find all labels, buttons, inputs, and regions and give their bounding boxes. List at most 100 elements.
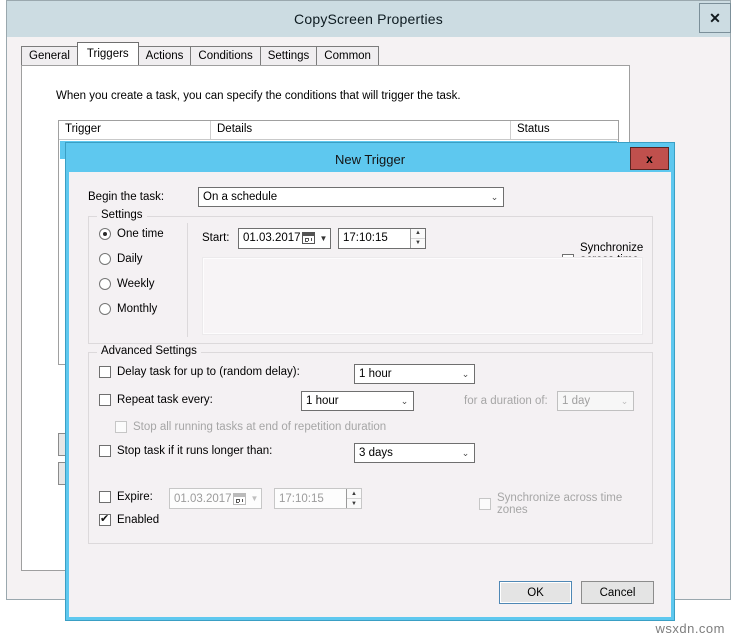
stop-all-running-tasks-checkbox[interactable]: Stop all running tasks at end of repetit…: [115, 421, 386, 433]
advanced-settings-group: Advanced Settings Delay task for up to (…: [88, 345, 653, 544]
dialog-button-bar: OK Cancel: [499, 581, 654, 604]
calendar-icon: [302, 232, 315, 244]
begin-task-value: On a schedule: [203, 191, 278, 203]
watermark: wsxdn.com: [655, 621, 725, 636]
settings-group-label: Settings: [97, 209, 147, 221]
parent-titlebar: CopyScreen Properties: [7, 1, 730, 37]
expire-label: Expire:: [117, 491, 153, 503]
chevron-down-icon: ⌄: [400, 395, 409, 406]
stop-task-longer-than-label: Stop task if it runs longer than:: [117, 445, 273, 457]
start-label: Start:: [202, 232, 230, 244]
expire-time-input[interactable]: 17:10:15 ▲ ▼: [274, 488, 362, 509]
ok-button[interactable]: OK: [499, 581, 572, 604]
chevron-down-icon: ⌄: [490, 191, 499, 202]
tab-triggers[interactable]: Triggers: [76, 42, 139, 65]
chevron-down-icon: ⌄: [461, 447, 470, 458]
stop-all-running-tasks-label: Stop all running tasks at end of repetit…: [133, 421, 387, 433]
repeat-task-checkbox[interactable]: Repeat task every:: [99, 394, 213, 406]
checkbox-indicator-sync-expire: [479, 498, 491, 510]
dialog-title: New Trigger: [334, 151, 406, 167]
expire-checkbox[interactable]: Expire:: [99, 491, 153, 503]
expire-time-value: 17:10:15: [279, 492, 324, 505]
radio-one-time[interactable]: One time: [99, 225, 164, 242]
expire-date-value: 01.03.2017: [174, 492, 232, 505]
duration-select[interactable]: 1 day ⌄: [557, 391, 634, 411]
radio-weekly[interactable]: Weekly: [99, 275, 164, 292]
calendar-icon: [233, 492, 246, 505]
schedule-detail-panel: [202, 257, 643, 335]
column-header-details[interactable]: Details: [211, 121, 511, 139]
stepper-up-icon[interactable]: ▲: [347, 489, 361, 499]
checkbox-indicator-repeat: [99, 394, 111, 406]
start-date-value: 01.03.2017: [243, 232, 301, 244]
start-date-input[interactable]: 01.03.2017 ▼: [238, 227, 331, 249]
duration-label: for a duration of:: [464, 395, 548, 407]
sync-timezones-expire-checkbox[interactable]: Synchronize across time zones: [479, 492, 652, 516]
parent-window-title: CopyScreen Properties: [294, 11, 443, 27]
begin-task-select[interactable]: On a schedule ⌄: [198, 187, 504, 207]
stop-task-duration-value: 3 days: [359, 447, 393, 459]
start-time-input[interactable]: 17:10:15 ▲ ▼: [338, 227, 426, 249]
begin-task-label: Begin the task:: [88, 191, 165, 203]
stop-task-duration-select[interactable]: 3 days ⌄: [354, 443, 475, 463]
stepper-down-icon[interactable]: ▼: [347, 499, 361, 508]
start-row: Start: 01.03.2017 ▼ 17:10:15 ▲ ▼ Synchro…: [202, 227, 644, 278]
tab-general[interactable]: General: [21, 46, 78, 65]
settings-divider: [187, 223, 188, 337]
start-time-value: 17:10:15: [343, 232, 388, 244]
radio-label-weekly: Weekly: [117, 277, 155, 290]
expire-time-stepper[interactable]: ▲ ▼: [346, 489, 361, 508]
stepper-up-icon[interactable]: ▲: [411, 229, 425, 239]
chevron-down-icon: ⌄: [461, 368, 470, 379]
triggers-grid-header: Trigger Details Status: [59, 121, 618, 140]
repeat-interval-select[interactable]: 1 hour ⌄: [301, 391, 414, 411]
tab-settings[interactable]: Settings: [259, 46, 318, 65]
checkbox-indicator-delay: [99, 366, 111, 378]
radio-label-monthly: Monthly: [117, 302, 158, 315]
new-trigger-dialog: New Trigger x Begin the task: On a sched…: [66, 143, 674, 620]
repeat-task-label: Repeat task every:: [117, 394, 213, 406]
dialog-titlebar: New Trigger x: [69, 146, 671, 172]
delay-task-label: Delay task for up to (random delay):: [117, 366, 300, 378]
enabled-checkbox[interactable]: Enabled: [99, 512, 160, 526]
schedule-radio-group: One time Daily Weekly Monthly: [99, 225, 164, 325]
screen: CopyScreen Properties ✕ General Triggers…: [0, 0, 731, 638]
column-header-trigger[interactable]: Trigger: [59, 121, 211, 139]
checkbox-indicator-stop-task: [99, 445, 111, 457]
settings-group: Settings One time Daily Weekly Monthly S…: [88, 209, 653, 344]
duration-value: 1 day: [562, 395, 591, 407]
radio-indicator-one-time: [99, 227, 111, 240]
checkbox-indicator-expire: [99, 491, 111, 503]
stop-task-longer-than-checkbox[interactable]: Stop task if it runs longer than:: [99, 445, 272, 457]
begin-task-row: Begin the task: On a schedule ⌄: [88, 186, 653, 208]
cancel-button[interactable]: Cancel: [581, 581, 654, 604]
radio-label-one-time: One time: [117, 227, 164, 240]
start-time-stepper[interactable]: ▲ ▼: [410, 228, 425, 248]
chevron-down-icon[interactable]: ▼: [248, 494, 261, 503]
delay-task-checkbox[interactable]: Delay task for up to (random delay):: [99, 366, 300, 378]
dialog-close-button[interactable]: x: [630, 147, 669, 170]
sync-timezones-expire-label: Synchronize across time zones: [497, 492, 623, 516]
triggers-description: When you create a task, you can specify …: [56, 90, 461, 102]
dialog-body: Begin the task: On a schedule ⌄ Settings…: [69, 172, 671, 617]
stepper-down-icon[interactable]: ▼: [411, 239, 425, 248]
enabled-label: Enabled: [117, 514, 160, 526]
radio-indicator-monthly: [99, 302, 111, 315]
chevron-down-icon[interactable]: ▼: [317, 234, 330, 243]
radio-label-daily: Daily: [117, 252, 143, 265]
delay-duration-value: 1 hour: [359, 368, 392, 380]
radio-daily[interactable]: Daily: [99, 250, 164, 267]
tab-conditions[interactable]: Conditions: [190, 46, 261, 65]
radio-indicator-daily: [99, 252, 111, 265]
tab-common[interactable]: Common: [316, 46, 379, 65]
expire-date-input[interactable]: 01.03.2017 ▼: [169, 488, 262, 509]
delay-duration-select[interactable]: 1 hour ⌄: [354, 364, 475, 384]
radio-monthly[interactable]: Monthly: [99, 300, 164, 317]
checkbox-indicator-stop-all: [115, 421, 127, 433]
column-header-status[interactable]: Status: [511, 121, 618, 139]
checkbox-indicator-enabled: [99, 512, 111, 526]
tab-actions[interactable]: Actions: [137, 46, 192, 65]
radio-indicator-weekly: [99, 277, 111, 290]
properties-tabstrip: General Triggers Actions Conditions Sett…: [21, 42, 379, 65]
parent-close-button[interactable]: ✕: [699, 3, 731, 33]
